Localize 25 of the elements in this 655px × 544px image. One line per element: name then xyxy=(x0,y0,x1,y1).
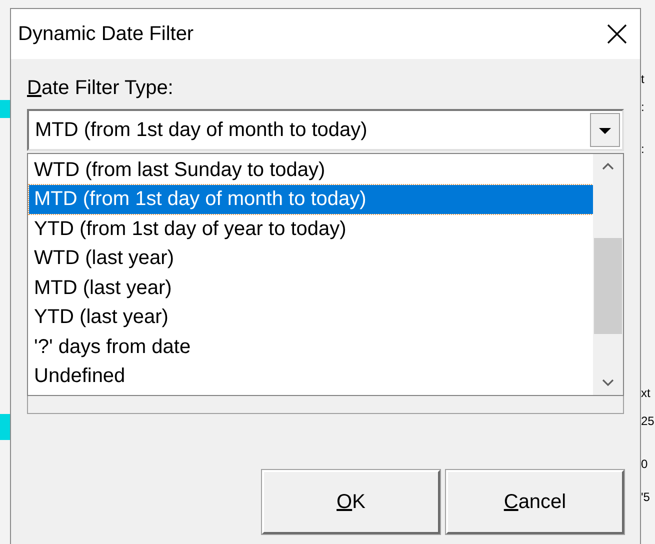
background-text: 25 xyxy=(641,413,654,430)
date-filter-combobox[interactable]: MTD (from 1st day of month to today) xyxy=(27,109,624,151)
background-text: : xyxy=(641,141,644,158)
scrollbar-thumb[interactable] xyxy=(594,238,622,334)
close-icon[interactable] xyxy=(606,23,628,45)
dropdown-item[interactable]: WTD (last year) xyxy=(29,244,593,273)
background-text: : xyxy=(641,99,644,116)
scrollbar[interactable] xyxy=(593,154,623,395)
background-text: t xyxy=(641,71,644,88)
dropdown-item[interactable]: YTD (last year) xyxy=(29,302,593,332)
dropdown-item[interactable]: MTD (last year) xyxy=(29,273,593,302)
background-text: 0 xyxy=(641,456,648,473)
dropdown-item[interactable]: Undefined xyxy=(29,362,593,391)
dropdown-item[interactable]: YTD (from 1st day of year to today) xyxy=(29,214,593,244)
window-title: Dynamic Date Filter xyxy=(18,22,194,47)
row-highlight xyxy=(0,100,10,118)
dropdown-item[interactable]: MTD (from 1st day of month to today) xyxy=(29,184,593,214)
background-text: '5 xyxy=(641,489,650,506)
field-label: Date Filter Type: xyxy=(27,76,174,101)
ok-button[interactable]: OK xyxy=(262,470,440,534)
dropdown-item[interactable]: '?' days from date xyxy=(29,332,593,362)
cancel-button[interactable]: Cancel xyxy=(446,470,624,534)
dropdown-item[interactable]: WTD (from last Sunday to today) xyxy=(29,155,593,184)
row-highlight xyxy=(0,414,10,440)
background-text: xt xyxy=(641,385,650,402)
